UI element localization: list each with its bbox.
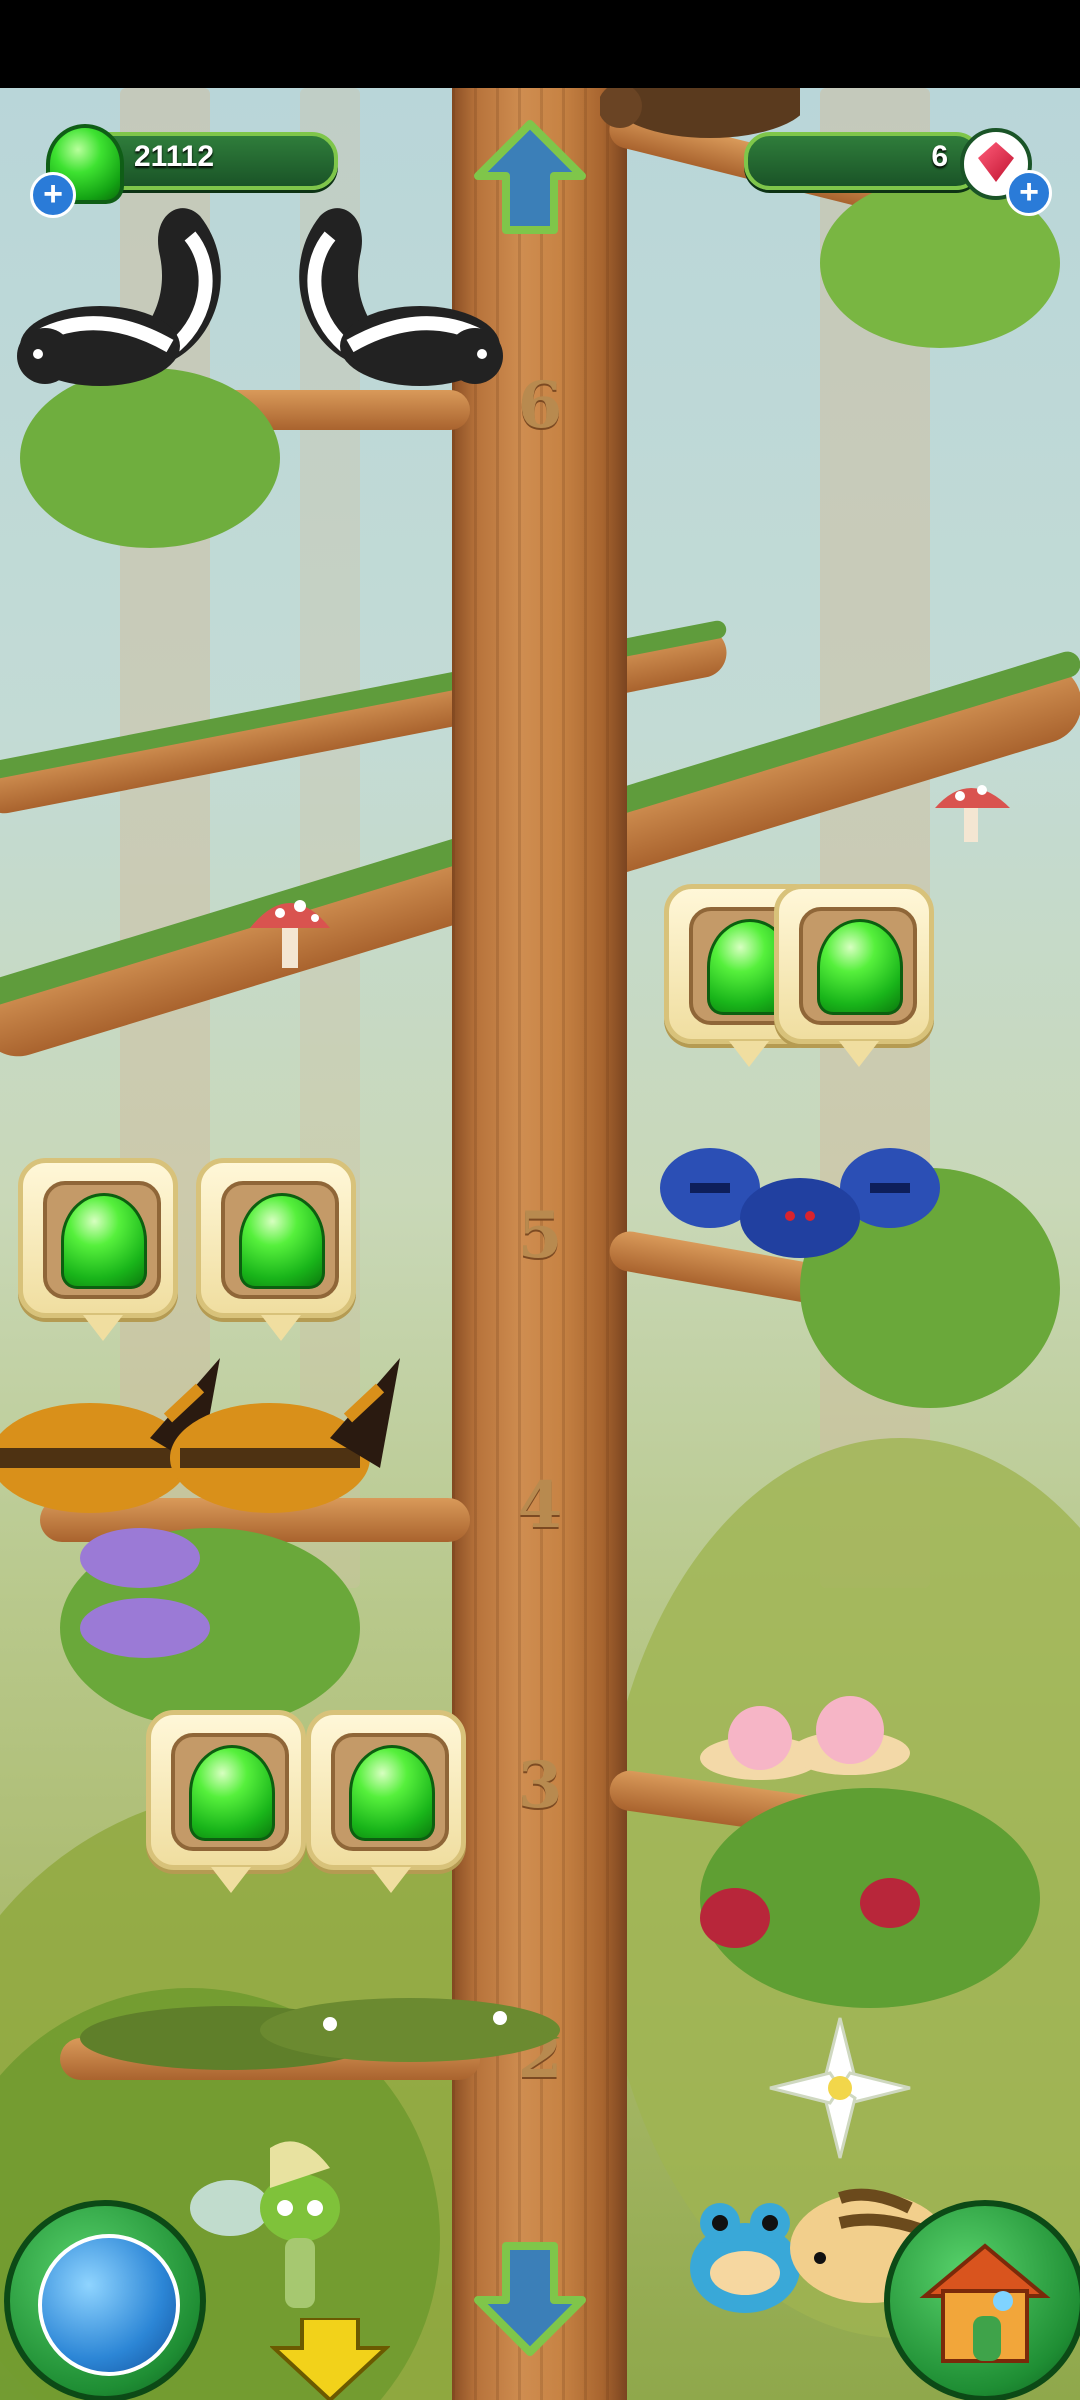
green-jelly-icon (189, 1745, 275, 1841)
jelly-reward-card[interactable] (146, 1710, 306, 1893)
white-flower (769, 2017, 911, 2159)
status-bar (0, 0, 1080, 88)
jelly-frame (221, 1181, 339, 1299)
blue-spider-pet[interactable] (660, 1138, 940, 1278)
jelly-frame (171, 1733, 289, 1851)
skunk-pet[interactable] (10, 196, 240, 396)
jelly-frame (799, 907, 917, 1025)
house-icon (919, 2243, 1051, 2363)
down-arrow-icon[interactable] (470, 2238, 590, 2358)
green-jelly-icon (239, 1193, 325, 1289)
red-berry-cluster (700, 1888, 770, 1948)
home-button[interactable] (884, 2200, 1080, 2400)
level-number-6: 6 (517, 368, 563, 443)
level-number-5: 5 (517, 1198, 563, 1273)
yellow-down-arrow-icon[interactable] (270, 2318, 390, 2400)
crocodile-pet[interactable] (80, 1968, 560, 2078)
beaver-pet[interactable] (600, 88, 800, 138)
gem-counter[interactable]: 6 (744, 132, 982, 190)
game-scene: 6 5 4 3 2 21112 + 6 + (0, 88, 1080, 2400)
snail-pet[interactable] (700, 1678, 910, 1788)
green-jelly-icon (817, 919, 903, 1015)
green-jelly-icon (61, 1193, 147, 1289)
red-berry-cluster (860, 1878, 920, 1928)
mushroom-icon (935, 785, 1010, 842)
add-gem-plus-icon[interactable]: + (1006, 170, 1052, 216)
jelly-reward-card[interactable] (774, 884, 934, 1067)
raccoon-pet[interactable] (170, 1338, 410, 1518)
jelly-frame (331, 1733, 449, 1851)
jelly-frame (43, 1181, 161, 1299)
jelly-reward-card[interactable] (306, 1710, 466, 1893)
purple-flower-cluster (80, 1598, 210, 1658)
skunk-pet[interactable] (280, 196, 510, 396)
jelly-reward-card[interactable] (18, 1158, 178, 1341)
gem-count-text: 6 (931, 140, 948, 173)
level-number-3: 3 (517, 1748, 563, 1823)
mushroom-icon (250, 900, 330, 968)
fairy-pet[interactable] (190, 2128, 360, 2328)
jelly-reward-card[interactable] (196, 1158, 356, 1341)
jelly-count-text: 21112 (134, 140, 215, 173)
green-jelly-icon (349, 1745, 435, 1841)
level-number-4: 4 (517, 1468, 563, 1543)
globe-icon (38, 2234, 180, 2376)
purple-flower-cluster (80, 1528, 200, 1588)
world-map-button[interactable] (4, 2200, 206, 2400)
